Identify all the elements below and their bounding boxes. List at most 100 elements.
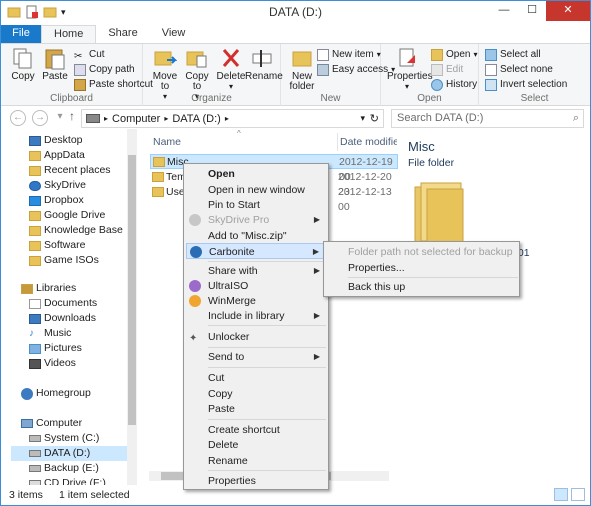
menu-item-delete[interactable]: Delete [186, 437, 238, 453]
nav-item-knowledge-base[interactable]: Knowledge Base [29, 223, 123, 238]
nav-item-game-isos[interactable]: Game ISOs [29, 253, 99, 268]
tab-home[interactable]: Home [41, 25, 97, 43]
menu-item-cut[interactable]: Cut [186, 370, 224, 386]
open-button[interactable]: Open ▾ [431, 47, 477, 62]
details-view-button[interactable] [554, 488, 568, 501]
new-folder-label: New folder [289, 71, 315, 92]
nav-item-recent-places[interactable]: Recent places [29, 163, 111, 178]
large-icons-view-button[interactable] [571, 488, 585, 501]
menu-item-copy[interactable]: Copy [186, 386, 233, 402]
menu-item-rename[interactable]: Rename [186, 453, 248, 469]
menu-item-include-in-library[interactable]: Include in library ▶ [186, 308, 326, 324]
delete-button[interactable]: Delete ▾ [215, 46, 247, 92]
menu-item-pin-to-start[interactable]: Pin to Start [186, 197, 260, 213]
computer-icon [21, 419, 33, 428]
nav-item-documents[interactable]: Documents [29, 296, 97, 311]
column-header-name[interactable]: Name [153, 133, 181, 151]
menu-item-open[interactable]: Open [186, 166, 235, 182]
menu-item-send-to[interactable]: Send to ▶ [186, 349, 326, 365]
menu-item-ultraiso[interactable]: UltraISO [186, 278, 248, 294]
nav-item-skydrive[interactable]: SkyDrive [29, 178, 86, 193]
history-button[interactable]: History [431, 77, 477, 92]
properties-button[interactable]: Properties ▾ [387, 46, 433, 92]
menu-item-unlocker[interactable]: ✦ Unlocker [186, 329, 249, 345]
details-item-type: File folder [408, 157, 455, 169]
maximize-button[interactable]: ☐ [518, 1, 546, 21]
minimize-button[interactable]: — [490, 1, 518, 21]
folder-icon [29, 210, 41, 221]
menu-item-carbonite[interactable]: Carbonite ▶ [186, 243, 326, 259]
column-header-date[interactable]: Date modified [337, 133, 397, 151]
nav-item-data-d[interactable]: DATA (D:) [11, 446, 127, 461]
nav-item-software[interactable]: Software [29, 238, 85, 253]
menu-item-open-new-window[interactable]: Open in new window [186, 182, 305, 198]
pictures-icon [29, 343, 41, 354]
edit-button[interactable]: Edit [431, 62, 463, 77]
menu-item-add-to-zip[interactable]: Add to "Misc.zip" [186, 228, 287, 244]
menu-item-skydrive-pro[interactable]: SkyDrive Pro ▶ [186, 212, 326, 228]
tab-file[interactable]: File [1, 25, 41, 43]
menu-item-properties[interactable]: Properties [186, 473, 256, 489]
breadcrumb-data-drive[interactable]: DATA (D:) [172, 113, 220, 125]
submenu-item-properties[interactable]: Properties... [326, 260, 405, 276]
nav-item-videos[interactable]: Videos [29, 356, 76, 371]
menu-item-winmerge[interactable]: WinMerge [186, 293, 256, 309]
nav-item-dropbox[interactable]: Dropbox [29, 193, 84, 208]
nav-item-homegroup[interactable]: Homegroup [21, 386, 91, 401]
select-all-button[interactable]: Select all [485, 47, 541, 62]
ribbon-tabs: File Home Share View [1, 25, 590, 43]
nav-item-libraries[interactable]: Libraries [21, 281, 76, 296]
tab-view[interactable]: View [150, 25, 198, 43]
invert-selection-button[interactable]: Invert selection [485, 77, 567, 92]
menu-separator [208, 347, 326, 348]
nav-item-system-c[interactable]: System (C:) [29, 431, 99, 446]
select-none-button[interactable]: Select none [485, 62, 553, 77]
breadcrumb-separator: ▸ [164, 114, 169, 123]
large-folder-icon [414, 182, 464, 246]
selected-count: 1 item selected [59, 489, 130, 501]
videos-icon [29, 358, 41, 369]
new-item-button[interactable]: New item ▾ [317, 47, 381, 62]
paste-shortcut-button[interactable]: Paste shortcut [74, 77, 153, 92]
rename-button[interactable]: Rename [245, 46, 283, 82]
paste-button[interactable]: Paste [39, 46, 71, 82]
submenu-item-back-this-up[interactable]: Back this up [326, 279, 405, 295]
menu-item-share-with[interactable]: Share with ▶ [186, 263, 326, 279]
nav-item-cd-drive-f[interactable]: CD Drive (F:) [29, 476, 106, 485]
copy-button[interactable]: Copy [7, 46, 39, 82]
chevron-down-icon[interactable]: ▾ [360, 113, 365, 124]
back-button[interactable]: ← [10, 110, 26, 126]
close-button[interactable]: ✕ [546, 1, 590, 21]
tab-share[interactable]: Share [96, 25, 149, 43]
cut-button[interactable]: ✂ Cut [74, 47, 105, 62]
breadcrumb-computer[interactable]: Computer [112, 113, 160, 125]
new-group-label: New [320, 93, 341, 104]
title-bar: ▾ DATA (D:) — ☐ ✕ [1, 1, 590, 25]
menu-item-create-shortcut[interactable]: Create shortcut [186, 422, 280, 438]
address-bar[interactable]: ▸ Computer ▸ DATA (D:) ▸ ▾ ↻ [81, 109, 384, 128]
new-folder-button[interactable]: New folder [285, 46, 319, 92]
desktop-icon [29, 135, 41, 146]
nav-item-downloads[interactable]: Downloads [29, 311, 96, 326]
nav-item-appdata[interactable]: AppData [29, 148, 85, 163]
nav-item-desktop[interactable]: Desktop [29, 133, 83, 148]
nav-pane-scrollbar[interactable] [127, 129, 137, 485]
forward-button[interactable]: → [32, 110, 48, 126]
menu-separator [208, 470, 326, 471]
nav-item-backup-e[interactable]: Backup (E:) [29, 461, 99, 476]
search-input[interactable]: Search DATA (D:) ⌕ [391, 109, 584, 128]
menu-item-paste[interactable]: Paste [186, 401, 235, 417]
ultraiso-icon [189, 280, 201, 292]
nav-item-music[interactable]: ♪ Music [29, 326, 71, 341]
scrollbar-thumb[interactable] [128, 155, 136, 425]
up-button[interactable]: ↑ [64, 110, 80, 126]
nav-item-google-drive[interactable]: Google Drive [29, 208, 105, 223]
nav-item-computer[interactable]: Computer [21, 416, 82, 431]
paste-shortcut-icon [74, 78, 86, 91]
refresh-icon[interactable]: ↻ [370, 112, 379, 125]
copy-path-button[interactable]: Copy path [74, 62, 135, 77]
libraries-icon [21, 283, 33, 294]
submenu-arrow-icon: ▶ [313, 266, 320, 275]
open-icon [431, 48, 443, 61]
nav-item-pictures[interactable]: Pictures [29, 341, 82, 356]
